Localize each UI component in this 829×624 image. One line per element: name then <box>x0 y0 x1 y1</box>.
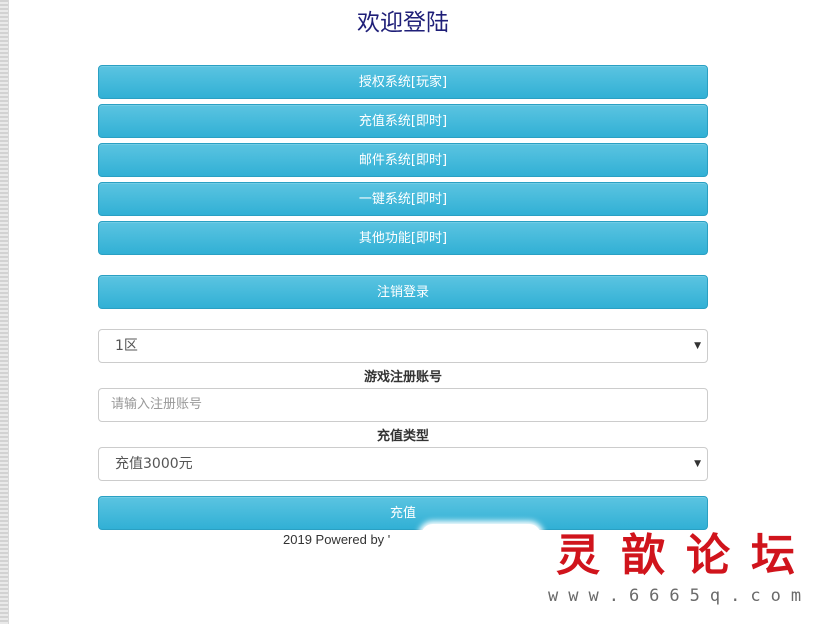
menu-button-mail[interactable]: 邮件系统[即时] <box>98 143 708 177</box>
account-input-placeholder: 请输入注册账号 <box>111 397 203 412</box>
recharge-type-select[interactable]: 充值3000元 ▼ <box>98 447 708 481</box>
login-panel: 欢迎登陆 授权系统[玩家] 充值系统[即时] 邮件系统[即时] 一键系统[即时]… <box>98 0 708 548</box>
dropdown-arrow-icon: ▼ <box>694 459 701 469</box>
dropdown-arrow-icon: ▼ <box>694 341 701 351</box>
server-select-value: 1区 <box>115 338 138 354</box>
menu-button-other[interactable]: 其他功能[即时] <box>98 221 708 255</box>
footer-redaction <box>421 524 541 548</box>
recharge-type-label: 充值类型 <box>376 429 429 444</box>
page-title: 欢迎登陆 <box>357 10 449 36</box>
logout-button[interactable]: 注销登录 <box>98 275 708 309</box>
menu-button-recharge[interactable]: 充值系统[即时] <box>98 104 708 138</box>
footer-text: 2019 Powered by ' <box>283 532 391 547</box>
recharge-submit-button[interactable]: 充值 <box>98 496 708 530</box>
menu-button-one-click[interactable]: 一键系统[即时] <box>98 182 708 216</box>
account-input[interactable]: 请输入注册账号 <box>98 388 708 422</box>
watermark-url: www.6665q.com <box>548 586 812 606</box>
left-border-strip <box>0 0 9 624</box>
recharge-type-value: 充值3000元 <box>115 456 193 472</box>
server-select[interactable]: 1区 ▼ <box>98 329 708 363</box>
account-label: 游戏注册账号 <box>363 370 442 385</box>
forum-watermark: 灵歆论坛 www.6665q.com <box>548 528 818 618</box>
watermark-title: 灵歆论坛 <box>556 530 816 581</box>
menu-button-authorization[interactable]: 授权系统[玩家] <box>98 65 708 99</box>
